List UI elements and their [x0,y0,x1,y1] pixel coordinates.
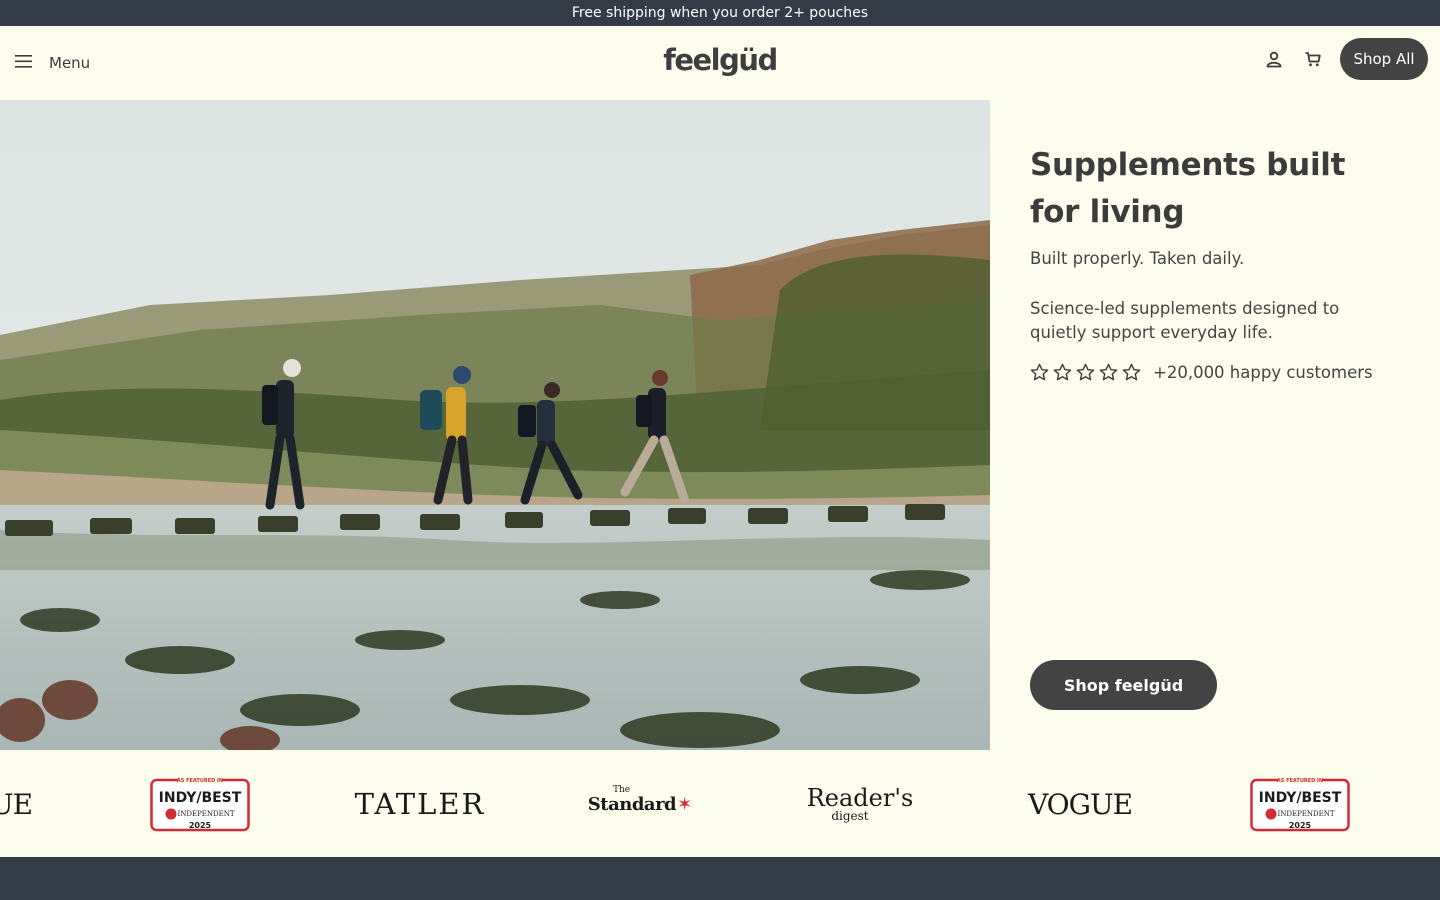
star-icon [1030,363,1049,380]
svg-text:INDY/BEST: INDY/BEST [159,790,242,806]
star-rating [1030,363,1141,382]
logo-text: feelgüd [663,43,778,77]
hamburger-icon [14,53,34,73]
tatler-logo: TATLER [354,787,486,821]
star-icon [1122,363,1141,380]
vogue-logo: VOGUE [1027,787,1133,821]
star-icon [1053,363,1072,380]
menu-button[interactable]: Menu [14,48,90,78]
menu-label: Menu [49,54,91,72]
site-header: Menu feelgüd Shop All [0,26,1440,100]
svg-text:INDY/BEST: INDY/BEST [1259,790,1342,806]
hero-title: Supplements built for living [1030,147,1346,230]
announcement-bar: Free shipping when you order 2+ pouches [0,0,1440,26]
readers-digest-logo: Reader's digest [806,784,914,823]
svg-text:2025: 2025 [189,821,212,830]
svg-text:INDEPENDENT: INDEPENDENT [1277,810,1334,818]
hero-content: Supplements built for living Built prope… [1030,100,1410,750]
svg-text:2025: 2025 [1289,821,1312,830]
star-icon [1099,363,1118,380]
announcement-text: Free shipping when you order 2+ pouches [571,5,869,21]
hero-description: Science-led supplements designed to quie… [1030,299,1340,342]
rating-text: +20,000 happy customers [1153,362,1373,382]
svg-text:AS FEATURED IN: AS FEATURED IN [177,778,223,784]
shop-all-button[interactable]: Shop All [1340,38,1428,80]
rating: +20,000 happy customers [1030,360,1373,384]
hero-image [0,100,990,750]
svg-text:AS FEATURED IN: AS FEATURED IN [1277,778,1323,784]
shop-feelgud-button[interactable]: Shop feelgüd [1030,660,1217,710]
standard-logo: The Standard ✶ [587,785,693,815]
svg-text:INDEPENDENT: INDEPENDENT [177,810,234,818]
indy-best-logo: AS FEATURED IN INDY/BEST INDEPENDENT 202… [150,775,250,833]
cart-icon [1304,50,1322,72]
site-logo[interactable]: feelgüd [620,40,820,80]
indy-best-logo-repeat: AS FEATURED IN INDY/BEST INDEPENDENT 202… [1250,775,1350,833]
hero-tagline: Built properly. Taken daily. [1030,249,1245,268]
standard-mark-icon: ✶ [677,793,693,815]
cart-button[interactable] [1298,46,1328,76]
account-button[interactable] [1259,46,1289,76]
footer-band [0,857,1440,900]
vogue-logo-partial: UE [0,787,33,821]
star-icon [1076,363,1095,380]
account-icon [1265,50,1283,72]
press-logo-strip: UE AS FEATURED IN INDY/BEST INDEPENDENT … [0,750,1440,857]
